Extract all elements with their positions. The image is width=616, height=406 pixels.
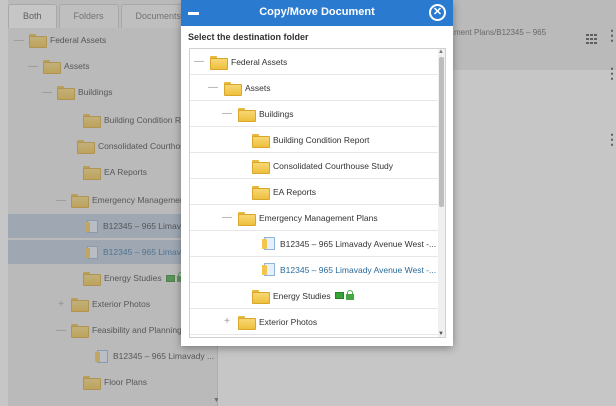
collapse-icon[interactable]: — bbox=[194, 56, 204, 67]
scroll-up-icon[interactable]: ▲ bbox=[438, 49, 444, 55]
tree-item-label: Assets bbox=[245, 82, 271, 93]
collapse-icon[interactable]: — bbox=[222, 108, 232, 119]
expand-icon[interactable]: + bbox=[222, 316, 232, 327]
folder-icon bbox=[252, 289, 270, 304]
dialog-title: Copy/Move Document bbox=[259, 6, 375, 18]
tree-item-label: B12345 – 965 Limavady Avenue West -... bbox=[280, 264, 437, 275]
folder-icon bbox=[224, 81, 242, 96]
tree-item-label: Buildings bbox=[259, 108, 294, 119]
folder-row[interactable]: + Exterior Photos bbox=[190, 309, 438, 335]
folder-icon bbox=[252, 159, 270, 174]
folder-row[interactable]: EA Reports bbox=[190, 179, 438, 205]
lock-icon bbox=[345, 289, 354, 300]
folder-icon bbox=[252, 185, 270, 200]
tree-item-label: EA Reports bbox=[273, 186, 316, 197]
folder-icon bbox=[238, 107, 256, 122]
folder-row[interactable]: — Emergency Management Plans bbox=[190, 205, 438, 231]
tree-item-label: Energy Studies bbox=[273, 290, 331, 301]
document-row[interactable]: B12345 – 965 Limavady Avenue West -... bbox=[190, 257, 438, 283]
folder-icon bbox=[238, 315, 256, 330]
folder-row[interactable]: Building Condition Report bbox=[190, 127, 438, 153]
tree-item-label: Federal Assets bbox=[231, 56, 288, 67]
copy-move-dialog: Copy/Move Document ✕ Select the destinat… bbox=[181, 0, 453, 346]
dialog-instruction: Select the destination folder bbox=[188, 32, 309, 42]
close-icon[interactable]: ✕ bbox=[429, 4, 446, 21]
folder-row[interactable]: Energy Studies bbox=[190, 283, 438, 309]
folder-icon bbox=[252, 133, 270, 148]
document-icon bbox=[262, 237, 275, 250]
folder-row[interactable]: — Buildings bbox=[190, 101, 438, 127]
tree-item-label: Consolidated Courthouse Study bbox=[273, 160, 394, 171]
tree-item-label: Exterior Photos bbox=[259, 316, 318, 327]
tree-scrollbar[interactable]: ▲ ▼ bbox=[438, 49, 445, 337]
scrollbar-thumb[interactable] bbox=[439, 57, 444, 207]
folder-row[interactable]: — Federal Assets bbox=[190, 49, 438, 75]
scroll-down-icon[interactable]: ▼ bbox=[438, 331, 444, 337]
tree-item-label: Building Condition Report bbox=[273, 134, 370, 145]
folder-icon bbox=[238, 211, 256, 226]
folder-row[interactable]: — Assets bbox=[190, 75, 438, 101]
collapse-icon[interactable]: — bbox=[208, 82, 218, 93]
document-icon bbox=[262, 263, 275, 276]
folder-row[interactable]: Consolidated Courthouse Study bbox=[190, 153, 438, 179]
destination-folder-tree: — Federal Assets — Assets — Buildings Building… bbox=[189, 48, 446, 338]
dialog-header: Copy/Move Document ✕ bbox=[181, 0, 453, 26]
energy-badge-icon bbox=[334, 292, 344, 299]
folder-icon bbox=[210, 55, 228, 70]
document-row[interactable]: B12345 – 965 Limavady Avenue West -... bbox=[190, 231, 438, 257]
tree-item-label: Emergency Management Plans bbox=[259, 212, 378, 223]
collapse-icon[interactable]: — bbox=[222, 212, 232, 223]
tree-item-label: B12345 – 965 Limavady Avenue West -... bbox=[280, 238, 437, 249]
